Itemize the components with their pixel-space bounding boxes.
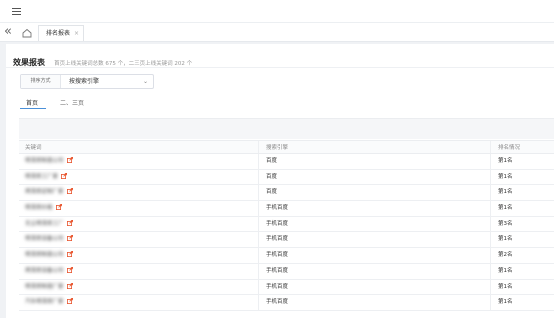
sort-select-label: 排序方式	[21, 75, 61, 88]
tab-label: 排名报表	[46, 30, 71, 37]
table-row: 喷漆房制造公司 百度 第1名	[19, 154, 554, 170]
keyword-text: 喷漆房工厂家	[25, 173, 59, 180]
engine-cell: 手机百度	[258, 263, 288, 279]
double-chevron-left-icon[interactable]: «	[4, 24, 12, 40]
keyword-text: 喷漆房制造公司	[25, 158, 64, 164]
rank-cell: 第1名	[490, 185, 513, 201]
header-rank: 排名情况	[490, 141, 520, 153]
close-icon[interactable]: ×	[74, 26, 79, 41]
engine-cell: 百度	[258, 169, 277, 185]
keyword-text: 无尘喷漆房工厂	[25, 220, 64, 227]
subtab-first-page[interactable]: 首页	[26, 98, 38, 107]
rank-cell: 第1名	[490, 279, 513, 295]
keyword-text: 烤漆房设备公司	[25, 267, 64, 274]
engine-cell: 手机百度	[258, 295, 288, 310]
trend-icon[interactable]	[66, 266, 73, 273]
keyword-cell: 喷漆房制造公司	[25, 154, 73, 169]
engine-cell: 百度	[258, 154, 277, 169]
menu-icon[interactable]	[12, 8, 21, 15]
rank-cell: 第1名	[490, 295, 513, 310]
table-row: 喷漆房价格 手机百度 第1名	[19, 201, 554, 217]
table-row: 喷漆房制造公司 手机百度 第2名	[19, 248, 554, 264]
engine-cell: 手机百度	[258, 248, 288, 263]
rank-cell: 第1名	[490, 169, 513, 185]
keyword-cell: 喷漆房工厂家	[25, 170, 68, 185]
keyword-text: 喷漆房价格	[25, 205, 53, 212]
tab-bar: « 排名报表 ×	[0, 22, 554, 42]
keyword-cell: 汽车喷漆房厂家	[25, 295, 73, 310]
table-row: 汽车喷漆房厂家 手机百度 第1名	[19, 295, 554, 311]
keyword-cell: 喷漆房价格	[25, 201, 62, 216]
keyword-text: 烤漆房定制厂家	[25, 189, 64, 196]
trend-icon[interactable]	[66, 157, 73, 163]
rank-cell: 第1名	[490, 263, 513, 279]
rank-cell: 第1名	[490, 201, 513, 216]
sort-select-value: 按搜索引擎	[69, 78, 100, 85]
keyword-cell: 烤漆房设备公司	[25, 264, 73, 279]
subtab-second-third-page[interactable]: 二、三页	[60, 98, 84, 107]
header-engine: 搜索引擎	[258, 141, 288, 153]
keyword-cell: 无尘喷漆房工厂	[25, 217, 73, 232]
home-icon[interactable]	[21, 27, 33, 39]
active-subtab-indicator	[20, 108, 46, 109]
keyword-text: 喷漆房制造公司	[25, 252, 64, 259]
trend-icon[interactable]	[61, 172, 68, 179]
keyword-cell: 喷漆房制造公司	[25, 248, 73, 263]
engine-cell: 手机百度	[258, 201, 288, 216]
trend-icon[interactable]	[66, 219, 73, 226]
rank-cell: 第2名	[490, 248, 513, 263]
table-toolbar	[19, 118, 554, 139]
table-row: 无尘喷漆房工厂 手机百度 第3名	[19, 216, 554, 233]
engine-cell: 手机百度	[258, 216, 288, 232]
trend-icon[interactable]	[55, 204, 62, 211]
trend-icon[interactable]	[66, 251, 73, 258]
header-keyword: 关键词	[25, 145, 42, 151]
divider	[6, 67, 554, 68]
keyword-text: 汽车喷漆房厂家	[25, 299, 64, 306]
rank-cell: 第1名	[490, 154, 513, 169]
keyword-cell: 喷漆房制造厂家	[25, 280, 73, 295]
engine-cell: 百度	[258, 185, 277, 201]
keyword-text: 喷漆房制造厂家	[25, 283, 64, 290]
page-title: 效果报表	[13, 58, 45, 67]
rank-cell: 第3名	[490, 216, 513, 232]
table-row: 喷漆房工厂家 百度 第1名	[19, 169, 554, 186]
trend-icon[interactable]	[66, 188, 73, 195]
ranking-table: 关键词 搜索引擎 排名情况 喷漆房制造公司 百度 第1名 喷漆房工厂家 百度 第1名 烤漆房…	[19, 140, 554, 311]
keyword-cell: 烤漆房定制厂家	[25, 185, 73, 200]
table-row: 烤漆房定制厂家 百度 第1名	[19, 185, 554, 202]
table-row: 烤漆房设备公司 手机百度 第1名	[19, 263, 554, 280]
table-header: 关键词 搜索引擎 排名情况	[19, 140, 554, 154]
keyword-text: 喷漆房设备公司	[25, 236, 64, 243]
table-row: 喷漆房设备公司 手机百度 第1名	[19, 232, 554, 249]
trend-icon[interactable]	[66, 235, 73, 242]
tab-ranking-report[interactable]: 排名报表 ×	[38, 25, 84, 41]
trend-icon[interactable]	[66, 282, 73, 289]
rank-cell: 第1名	[490, 232, 513, 248]
sort-select[interactable]: 排序方式 按搜索引擎 ⌄	[20, 74, 154, 89]
table-body: 喷漆房制造公司 百度 第1名 喷漆房工厂家 百度 第1名 烤漆房定制厂家 百度 第1名 喷漆房价格…	[19, 154, 554, 311]
keyword-cell: 喷漆房设备公司	[25, 232, 73, 247]
trend-icon[interactable]	[66, 298, 73, 305]
top-bar	[0, 0, 554, 22]
engine-cell: 手机百度	[258, 279, 288, 295]
chevron-down-icon: ⌄	[142, 78, 148, 85]
table-row: 喷漆房制造厂家 手机百度 第1名	[19, 279, 554, 296]
engine-cell: 手机百度	[258, 232, 288, 248]
